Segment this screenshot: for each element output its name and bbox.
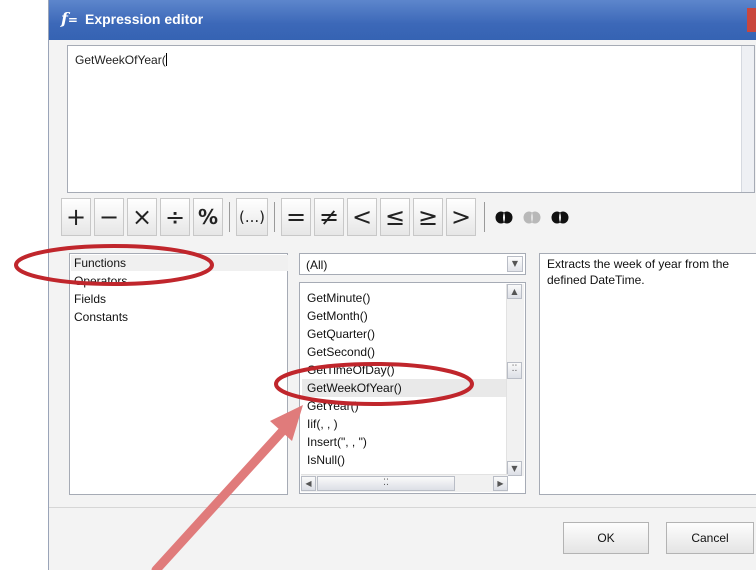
category-item-functions[interactable]: Functions	[74, 256, 126, 270]
list-item[interactable]: GetYear()	[307, 397, 502, 415]
minus-button[interactable]: −	[94, 198, 124, 236]
toolbar-separator	[274, 202, 275, 232]
list-item-selected[interactable]: GetWeekOfYear()	[302, 379, 507, 397]
plus-button[interactable]: +	[61, 198, 91, 236]
list-item[interactable]: Iif(, , )	[307, 415, 502, 433]
expression-input[interactable]: GetWeekOfYear(	[67, 45, 755, 193]
function-list-horizontal-scrollbar[interactable]: ◀ ⁚⁚ ▶	[301, 474, 508, 492]
ok-button[interactable]: OK	[563, 522, 649, 554]
description-panel: Extracts the week of year from the defin…	[539, 253, 756, 495]
chevron-up-icon[interactable]: ▲	[507, 284, 522, 299]
parentheses-button[interactable]: (...)	[236, 198, 268, 236]
list-item[interactable]: GetSecond()	[307, 343, 502, 361]
list-item[interactable]: GetMonth()	[307, 307, 502, 325]
list-item[interactable]: GetQuarter()	[307, 325, 502, 343]
category-item-constants[interactable]: Constants	[74, 310, 128, 324]
scroll-thumb[interactable]: ⁚⁚	[507, 362, 522, 379]
list-item[interactable]: IsNull()	[307, 451, 502, 469]
function-description: Extracts the week of year from the defin…	[547, 257, 730, 287]
divide-button[interactable]: ÷	[160, 198, 190, 236]
toolbar-separator	[229, 202, 230, 232]
chevron-down-icon[interactable]: ▼	[507, 256, 523, 272]
footer-divider	[49, 507, 756, 508]
expression-text: GetWeekOfYear(	[75, 53, 167, 67]
modulo-button[interactable]: %	[193, 198, 223, 236]
filter-value: (All)	[306, 258, 328, 272]
greater-than-button[interactable]: >	[446, 198, 476, 236]
scroll-thumb[interactable]: ⁚⁚	[317, 476, 455, 491]
function-filter-dropdown[interactable]: (All) ▼	[299, 253, 526, 275]
expression-scrollbar[interactable]	[741, 46, 754, 192]
equal-button[interactable]: =	[281, 198, 311, 236]
title-bar[interactable]: f= Expression editor	[49, 0, 756, 40]
text-caret	[165, 53, 167, 66]
category-item-operators[interactable]: Operators	[74, 274, 127, 288]
window-title: Expression editor	[85, 11, 204, 27]
category-item-fields[interactable]: Fields	[74, 292, 106, 306]
logical-not-icon[interactable]	[551, 211, 569, 224]
cancel-button[interactable]: Cancel	[666, 522, 754, 554]
list-item[interactable]: GetTimeOfDay()	[307, 361, 502, 379]
not-equal-button[interactable]: ≠	[314, 198, 344, 236]
less-than-button[interactable]: <	[347, 198, 377, 236]
multiply-button[interactable]: ×	[127, 198, 157, 236]
function-list-vertical-scrollbar[interactable]: ▲ ⁚⁚ ▼	[506, 284, 524, 476]
expression-editor-dialog: f= Expression editor GetWeekOfYear( + − …	[48, 0, 756, 570]
operator-toolbar: + − × ÷ % (...) = ≠ < ≤ ≥ >	[61, 198, 756, 244]
list-item[interactable]: GetMinute()	[307, 289, 502, 307]
toolbar-separator	[484, 202, 485, 232]
category-list[interactable]: Functions Operators Fields Constants	[69, 253, 288, 495]
list-item[interactable]: Insert(", , ")	[307, 433, 502, 451]
less-equal-button[interactable]: ≤	[380, 198, 410, 236]
chevron-down-icon[interactable]: ▼	[507, 461, 522, 476]
function-list[interactable]: GetMinute() GetMonth() GetQuarter() GetS…	[299, 282, 526, 494]
logical-and-icon[interactable]	[495, 211, 513, 224]
logical-or-icon[interactable]	[523, 211, 541, 224]
close-button[interactable]	[747, 8, 756, 32]
background-margin	[0, 0, 48, 570]
greater-equal-button[interactable]: ≥	[413, 198, 443, 236]
fx-icon: f=	[61, 9, 78, 28]
chevron-left-icon[interactable]: ◀	[301, 476, 316, 491]
chevron-right-icon[interactable]: ▶	[493, 476, 508, 491]
